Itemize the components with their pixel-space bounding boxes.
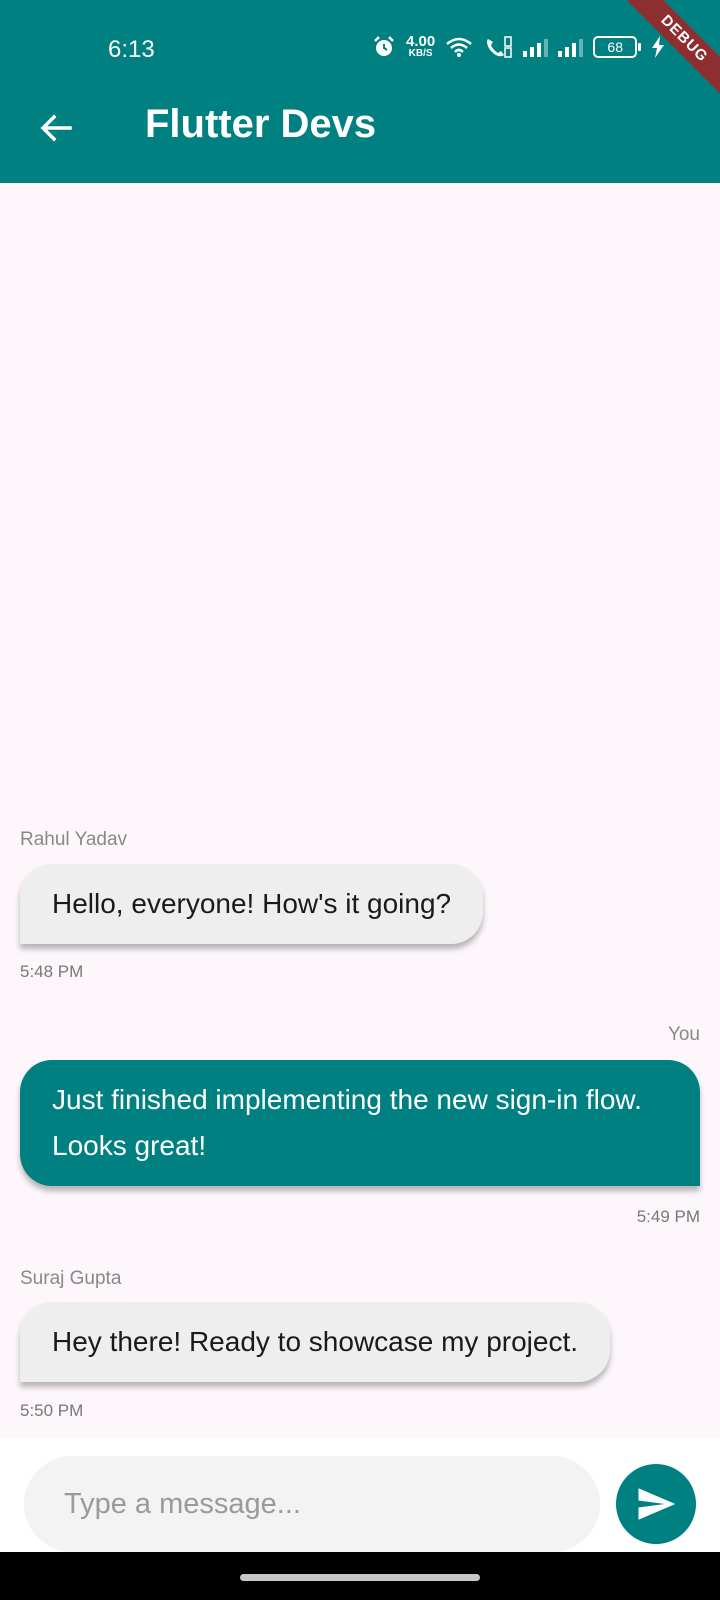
send-icon bbox=[638, 1488, 676, 1520]
alarm-icon bbox=[374, 35, 394, 56]
status-bar: 6:13 4.00 KB/S 68 bbox=[0, 0, 720, 92]
net-speed-unit: KB/S bbox=[408, 48, 433, 59]
message-list[interactable]: Rahul Yadav Hello, everyone! How's it go… bbox=[0, 183, 720, 1438]
net-speed-value: 4.00 bbox=[406, 33, 436, 50]
arrow-left-icon bbox=[40, 114, 72, 142]
app-bar: 6:13 4.00 KB/S 68 DEBUG Flutter Devs bbox=[0, 0, 720, 183]
back-button[interactable] bbox=[30, 104, 82, 152]
system-nav-bar bbox=[0, 1552, 720, 1600]
network-speed: 4.00 KB/S bbox=[406, 34, 435, 59]
message-bubble[interactable]: Hello, everyone! How's it going? bbox=[20, 864, 484, 944]
charging-icon bbox=[652, 35, 665, 58]
message-bubble[interactable]: Hey there! Ready to showcase my project. bbox=[20, 1302, 611, 1382]
message-time: 5:49 PM bbox=[636, 1207, 700, 1226]
battery-icon: 68 bbox=[593, 35, 642, 58]
message-input[interactable] bbox=[24, 1456, 600, 1552]
message-composer bbox=[0, 1438, 720, 1552]
wifi-icon bbox=[446, 37, 473, 57]
page-title: Flutter Devs bbox=[145, 102, 377, 146]
message-sender: Rahul Yadav bbox=[20, 829, 128, 850]
message-bubble[interactable]: Just finished implementing the new sign-… bbox=[20, 1060, 700, 1186]
signal-icon bbox=[558, 37, 584, 57]
message-sender: You bbox=[667, 1024, 700, 1045]
message-time: 5:48 PM bbox=[20, 962, 84, 981]
signal-icon bbox=[523, 37, 549, 57]
status-icons: 4.00 KB/S 68 bbox=[372, 34, 665, 59]
send-button[interactable] bbox=[616, 1464, 696, 1544]
status-time: 6:13 bbox=[108, 36, 155, 63]
home-indicator[interactable] bbox=[240, 1574, 480, 1581]
call-icon bbox=[487, 35, 512, 58]
message-sender: Suraj Gupta bbox=[20, 1268, 122, 1289]
battery-level: 68 bbox=[593, 35, 638, 58]
message-time: 5:50 PM bbox=[20, 1401, 84, 1420]
